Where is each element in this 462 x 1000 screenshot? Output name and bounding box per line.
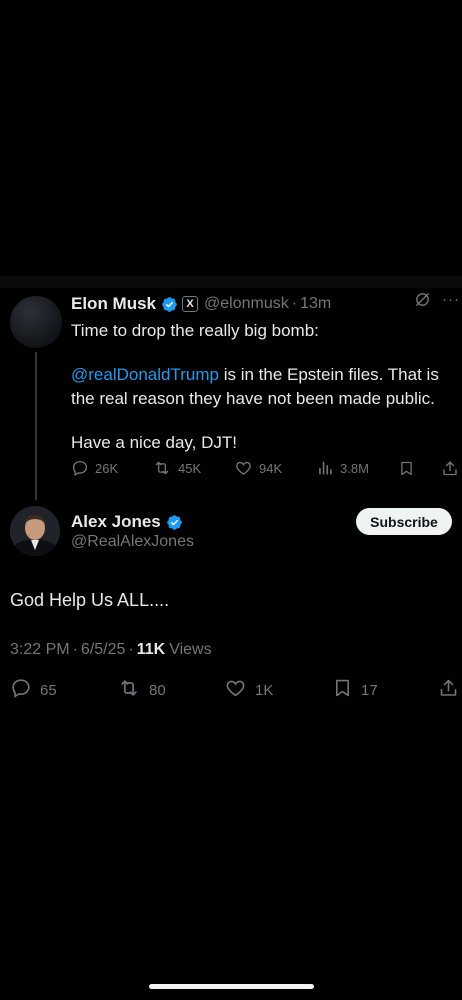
share-button[interactable] — [441, 457, 459, 479]
reply-count: 26K — [95, 460, 119, 476]
repost-icon — [117, 677, 141, 703]
x-affiliate-badge: X — [182, 296, 199, 312]
section-divider — [0, 276, 462, 288]
main-tweet-author-row: Alex Jones — [71, 510, 183, 534]
views-count[interactable]: 11K — [137, 641, 165, 659]
main-tweet-text: God Help Us ALL.... — [10, 590, 170, 610]
heart-icon — [224, 677, 247, 703]
tweet-time[interactable]: 3:22 PM — [10, 641, 70, 659]
heart-icon — [234, 459, 253, 477]
views-icon — [317, 459, 334, 477]
repost-button[interactable]: 45K — [152, 457, 201, 479]
reply-count: 65 — [40, 681, 57, 699]
separator-dot: · — [291, 295, 298, 312]
like-count: 94K — [259, 460, 283, 476]
bookmark-icon — [398, 459, 415, 478]
reply-icon — [71, 459, 89, 477]
author-name[interactable]: Alex Jones — [71, 512, 161, 532]
repost-button[interactable]: 80 — [117, 678, 166, 702]
like-button[interactable]: 1K — [224, 678, 273, 702]
separator-dot: · — [128, 641, 134, 658]
tweet-text-line: Time to drop the really big bomb: — [71, 321, 319, 340]
bookmark-icon — [332, 677, 353, 703]
author-handle[interactable]: @RealAlexJones — [71, 533, 194, 551]
bookmark-button[interactable] — [398, 457, 415, 479]
more-options-icon[interactable]: ··· — [442, 288, 460, 310]
share-icon — [438, 677, 459, 703]
parent-tweet-header: Elon Musk X @elonmusk · 13m — [71, 293, 456, 315]
views-label: Views — [169, 641, 212, 658]
tweet-time[interactable]: 13m — [300, 295, 331, 313]
mention-link[interactable]: @realDonaldTrump — [71, 365, 219, 384]
thread-connector-line — [35, 352, 37, 500]
reply-icon — [10, 677, 32, 703]
repost-count: 45K — [178, 460, 202, 476]
separator-dot: · — [72, 641, 78, 658]
parent-tweet[interactable]: Elon Musk X @elonmusk · 13m ··· Time to … — [0, 288, 462, 504]
repost-icon — [152, 459, 172, 477]
bookmark-button[interactable]: 17 — [332, 678, 378, 702]
like-count: 1K — [255, 681, 274, 699]
views-count: 3.8M — [340, 460, 369, 476]
avatar-alex-jones[interactable] — [10, 506, 60, 556]
like-button[interactable]: 94K — [234, 457, 282, 479]
tweet-text-paragraph: @realDonaldTrump is in the Epstein files… — [71, 363, 456, 411]
tweet-metadata: 3:22 PM · 6/5/25 · 11K Views — [10, 641, 212, 659]
tweet-date[interactable]: 6/5/25 — [81, 641, 125, 659]
author-name[interactable]: Elon Musk — [71, 294, 156, 314]
parent-tweet-text: Time to drop the really big bomb: @realD… — [71, 319, 456, 455]
share-button[interactable] — [438, 678, 459, 702]
views-button[interactable]: 3.8M — [317, 457, 369, 479]
subscribe-button[interactable]: Subscribe — [356, 508, 452, 535]
tweet-text-line: Have a nice day, DJT! — [71, 433, 237, 452]
reply-button[interactable]: 26K — [71, 457, 118, 479]
parent-tweet-actions: 26K 45K 94K 3.8M — [71, 457, 462, 479]
share-icon — [441, 459, 459, 478]
main-tweet-actions: 65 80 1K 17 — [0, 678, 462, 702]
repost-count: 80 — [149, 681, 166, 699]
home-indicator[interactable] — [149, 984, 314, 989]
author-handle[interactable]: @elonmusk — [204, 295, 289, 313]
grok-icon[interactable] — [414, 288, 432, 310]
verified-icon — [166, 514, 183, 531]
verified-icon — [161, 296, 178, 313]
bookmark-count: 17 — [361, 681, 378, 699]
avatar-elon-musk[interactable] — [10, 296, 62, 348]
reply-button[interactable]: 65 — [10, 678, 57, 702]
screen: Elon Musk X @elonmusk · 13m ··· Time to … — [0, 0, 462, 1000]
